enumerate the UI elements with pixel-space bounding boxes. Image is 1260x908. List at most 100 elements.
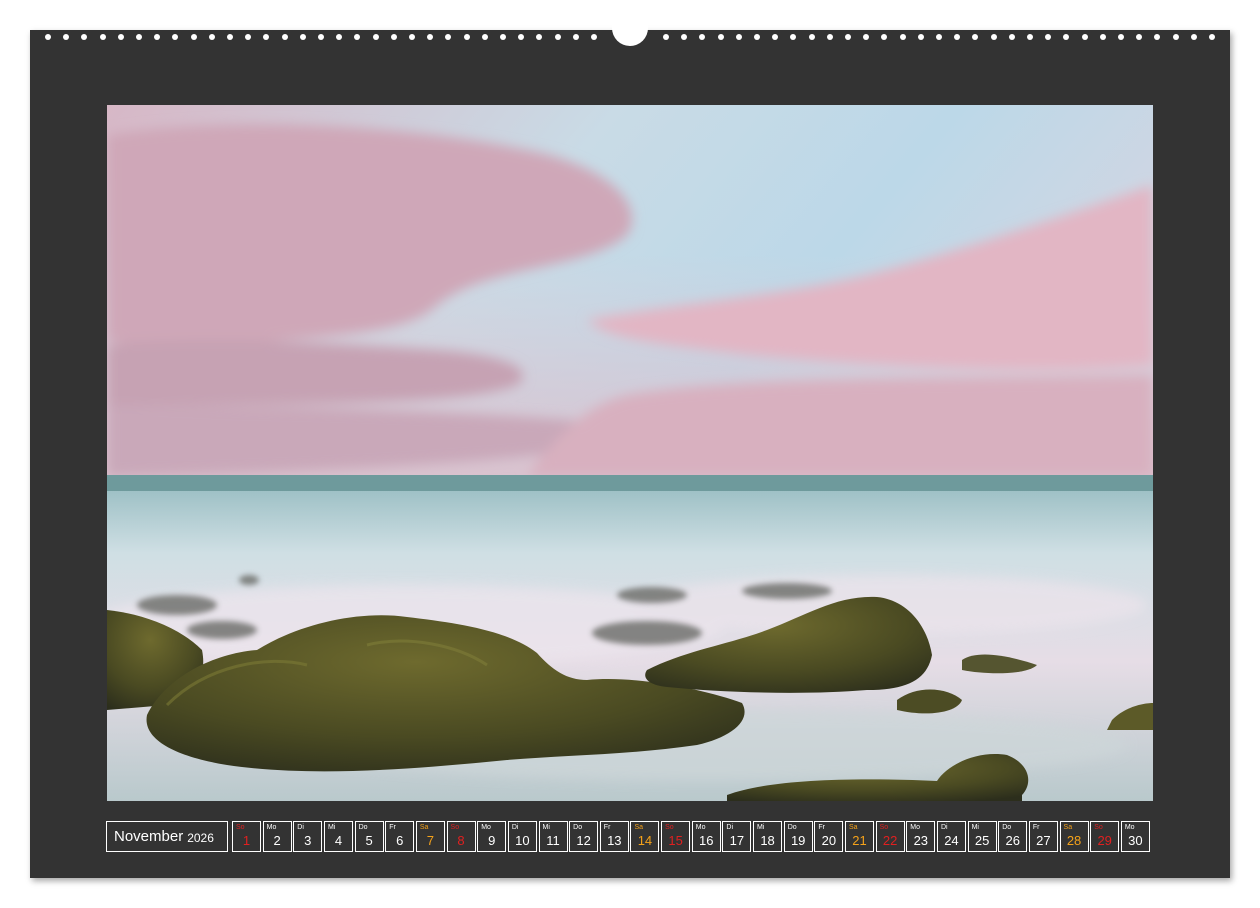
binding-hole xyxy=(826,34,833,40)
binding-hole xyxy=(1045,34,1052,40)
day-number: 30 xyxy=(1128,833,1143,848)
day-number: 17 xyxy=(729,833,745,848)
day-abbr: Mo xyxy=(266,824,277,831)
day-number: 7 xyxy=(426,833,434,848)
day-abbr: Do xyxy=(358,824,368,831)
day-number: 20 xyxy=(821,833,837,848)
binding-hole xyxy=(554,34,561,40)
binding-hole xyxy=(463,34,470,40)
day-cell: So 8 xyxy=(446,821,476,852)
day-cell: Di 17 xyxy=(722,821,752,852)
day-abbr: So xyxy=(879,824,889,831)
binding-hole xyxy=(790,34,797,40)
day-cell: Fr 20 xyxy=(814,821,844,852)
day-cell: Mo 23 xyxy=(906,821,936,852)
binding-hole xyxy=(245,34,252,40)
binding-hole xyxy=(99,34,106,40)
day-number: 19 xyxy=(790,833,806,848)
binding-hole xyxy=(481,34,488,40)
day-abbr: Sa xyxy=(634,824,643,831)
binding-hole xyxy=(1118,34,1124,40)
binding-hole xyxy=(536,34,543,40)
month-label: November 2026 xyxy=(106,821,228,852)
day-number: 8 xyxy=(457,833,465,848)
binding-hole xyxy=(136,34,142,40)
day-cell: Di 3 xyxy=(293,821,323,852)
binding-hole xyxy=(409,34,415,40)
binding-hole xyxy=(500,34,506,40)
day-number: 14 xyxy=(637,833,653,848)
day-abbr: Do xyxy=(573,824,583,831)
binding-hole xyxy=(772,34,779,40)
seascape-photo xyxy=(107,105,1153,801)
day-number: 1 xyxy=(242,833,251,848)
day-number: 22 xyxy=(882,833,898,848)
day-cell: Do 26 xyxy=(998,821,1028,852)
day-abbr: Di xyxy=(726,824,734,831)
day-cell: Mi 25 xyxy=(967,821,997,852)
binding-hole xyxy=(208,34,215,40)
day-abbr: Do xyxy=(787,824,797,831)
binding-hole xyxy=(227,34,233,40)
day-abbr: Di xyxy=(940,824,948,831)
day-number: 28 xyxy=(1066,833,1082,848)
binding-hole xyxy=(299,34,306,40)
binding-hole xyxy=(735,34,742,40)
binding-hole xyxy=(172,34,179,40)
day-cell: Do 19 xyxy=(783,821,813,852)
binding-hole xyxy=(1209,34,1215,40)
binding-hole xyxy=(808,34,815,40)
binding-hole xyxy=(1172,34,1179,40)
binding-hole xyxy=(591,34,597,40)
day-abbr: Sa xyxy=(1063,824,1073,831)
binding-hole xyxy=(372,34,379,40)
binding-hole xyxy=(972,34,979,40)
day-cell: Mi 18 xyxy=(753,821,783,852)
calendar-page: November 2026 So 1 Mo 2 Di 3 Mi 4 Do 5 Fr 6 Sa 7 So 8 Mo… xyxy=(30,20,1230,878)
binding-hole xyxy=(336,34,343,40)
day-number: 11 xyxy=(546,833,560,848)
day-number: 16 xyxy=(699,833,714,848)
day-number: 27 xyxy=(1036,833,1051,848)
day-cell: Sa 14 xyxy=(630,821,660,852)
binding-hole xyxy=(954,34,961,40)
binding-hole xyxy=(1081,34,1088,40)
binding-hole xyxy=(1190,34,1197,40)
binding-hole xyxy=(663,34,669,40)
day-cell: Di 10 xyxy=(507,821,537,852)
month-name: November xyxy=(114,828,184,845)
day-abbr: Mo xyxy=(481,824,491,831)
binding-hole xyxy=(881,34,888,40)
day-number: 13 xyxy=(607,833,622,848)
day-cell: Mo 16 xyxy=(691,821,721,852)
day-abbr: Sa xyxy=(419,824,429,831)
binding-hole xyxy=(754,34,760,40)
day-abbr: So xyxy=(1094,824,1103,831)
binding-hole xyxy=(354,34,361,40)
day-abbr: Mi xyxy=(971,824,979,831)
day-cell: Sa 7 xyxy=(415,821,445,852)
day-cell: Mi 11 xyxy=(538,821,568,852)
day-number: 18 xyxy=(760,833,775,848)
day-cell: Fr 13 xyxy=(599,821,629,852)
day-abbr: Fr xyxy=(603,824,611,831)
day-cell: So 15 xyxy=(661,821,691,852)
binding-hole xyxy=(899,34,906,40)
binding-hole xyxy=(863,34,870,40)
day-abbr: Sa xyxy=(849,824,858,831)
day-abbr: Do xyxy=(1002,824,1012,831)
binding-hole xyxy=(1099,34,1106,40)
day-number: 5 xyxy=(365,833,373,848)
day-abbr: Di xyxy=(297,824,304,831)
day-cell: So 1 xyxy=(232,821,261,852)
day-cell: Mo 2 xyxy=(262,821,292,852)
day-abbr: So xyxy=(236,824,245,831)
day-cell: Sa 21 xyxy=(845,821,874,852)
binding-hole xyxy=(572,34,579,40)
binding-hole xyxy=(63,34,70,40)
day-cell: Do 5 xyxy=(354,821,384,852)
day-cell: Di 24 xyxy=(936,821,966,852)
binding-hole xyxy=(845,34,851,40)
day-cell: Do 12 xyxy=(569,821,599,852)
binding-hole xyxy=(117,34,124,40)
